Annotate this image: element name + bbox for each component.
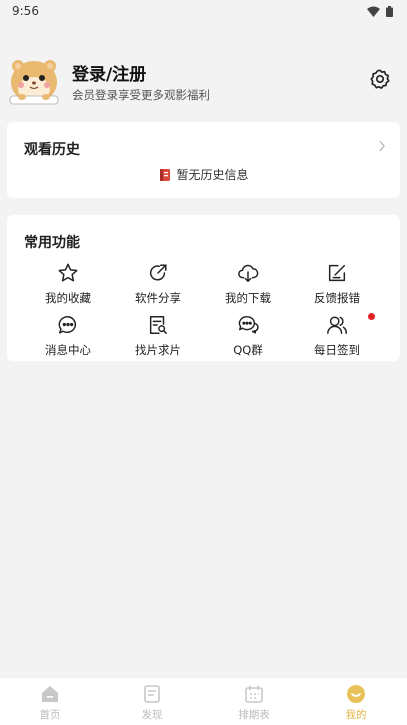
downloads-label: 我的下载 bbox=[225, 291, 271, 305]
history-empty-text: 暂无历史信息 bbox=[176, 168, 249, 182]
bottom-tab-bar: 首页 发现 排期表 我的 bbox=[0, 677, 407, 725]
tab-home[interactable]: 首页 bbox=[20, 684, 80, 722]
settings-gear-icon[interactable] bbox=[369, 68, 391, 90]
tab-schedule[interactable]: 排期表 bbox=[224, 684, 284, 722]
tab-discover-label: 发现 bbox=[141, 709, 163, 721]
common-functions-card: 常用功能 我的收藏 软件分享 我的下载 反馈报错 消息中心 找片求片 QQ群 每… bbox=[7, 215, 400, 361]
tab-home-label: 首页 bbox=[39, 709, 61, 721]
history-empty-state: 暂无历史信息 bbox=[7, 166, 400, 183]
home-icon bbox=[42, 686, 58, 702]
status-time: 9:56 bbox=[12, 4, 39, 18]
member-benefit-text: 会员登录享受更多观影福利 bbox=[72, 88, 210, 102]
message-icon bbox=[58, 316, 77, 334]
feedback-label: 反馈报错 bbox=[314, 291, 360, 305]
message-center-label: 消息中心 bbox=[45, 343, 91, 357]
request-movie-label: 找片求片 bbox=[135, 343, 181, 357]
status-bar: 9:56 bbox=[0, 0, 407, 22]
tab-mine[interactable]: 我的 bbox=[326, 684, 386, 722]
qq-group-label: QQ群 bbox=[233, 343, 263, 357]
tab-schedule-label: 排期表 bbox=[238, 709, 270, 721]
tab-mine-label: 我的 bbox=[345, 709, 367, 721]
smile-icon bbox=[347, 685, 365, 703]
watch-history-card[interactable]: 观看历史 暂无历史信息 bbox=[7, 122, 400, 198]
status-icons bbox=[367, 5, 393, 17]
profile-header[interactable]: 登录/注册 会员登录享受更多观影福利 bbox=[8, 54, 398, 108]
favorites-label: 我的收藏 bbox=[45, 291, 91, 305]
message-center-button[interactable]: 消息中心 bbox=[28, 314, 108, 360]
daily-checkin-label: 每日签到 bbox=[314, 343, 360, 357]
login-register-link[interactable]: 登录/注册 bbox=[72, 60, 146, 85]
feedback-button[interactable]: 反馈报错 bbox=[297, 262, 377, 308]
common-functions-title: 常用功能 bbox=[24, 235, 80, 251]
share-app-button[interactable]: 软件分享 bbox=[118, 262, 198, 308]
favorites-button[interactable]: 我的收藏 bbox=[28, 262, 108, 308]
chat-bubbles-icon bbox=[238, 316, 259, 334]
wifi-icon bbox=[367, 6, 380, 17]
watch-history-title: 观看历史 bbox=[24, 142, 80, 158]
calendar-icon bbox=[245, 685, 263, 703]
avatar[interactable] bbox=[8, 54, 60, 106]
book-icon bbox=[160, 168, 171, 181]
search-document-icon bbox=[149, 316, 167, 334]
chevron-right-icon[interactable] bbox=[378, 140, 386, 152]
cloud-download-icon bbox=[238, 264, 259, 282]
daily-checkin-button[interactable]: 每日签到 bbox=[297, 314, 377, 360]
battery-icon bbox=[386, 5, 393, 17]
discover-icon bbox=[144, 685, 160, 703]
notification-badge bbox=[368, 313, 375, 320]
feedback-edit-icon bbox=[328, 264, 346, 282]
users-icon bbox=[327, 316, 347, 334]
request-movie-button[interactable]: 找片求片 bbox=[118, 314, 198, 360]
share-icon bbox=[149, 264, 167, 281]
tab-discover[interactable]: 发现 bbox=[122, 684, 182, 722]
qq-group-button[interactable]: QQ群 bbox=[208, 314, 288, 360]
star-icon bbox=[58, 263, 78, 282]
downloads-button[interactable]: 我的下载 bbox=[208, 262, 288, 308]
share-app-label: 软件分享 bbox=[135, 291, 181, 305]
